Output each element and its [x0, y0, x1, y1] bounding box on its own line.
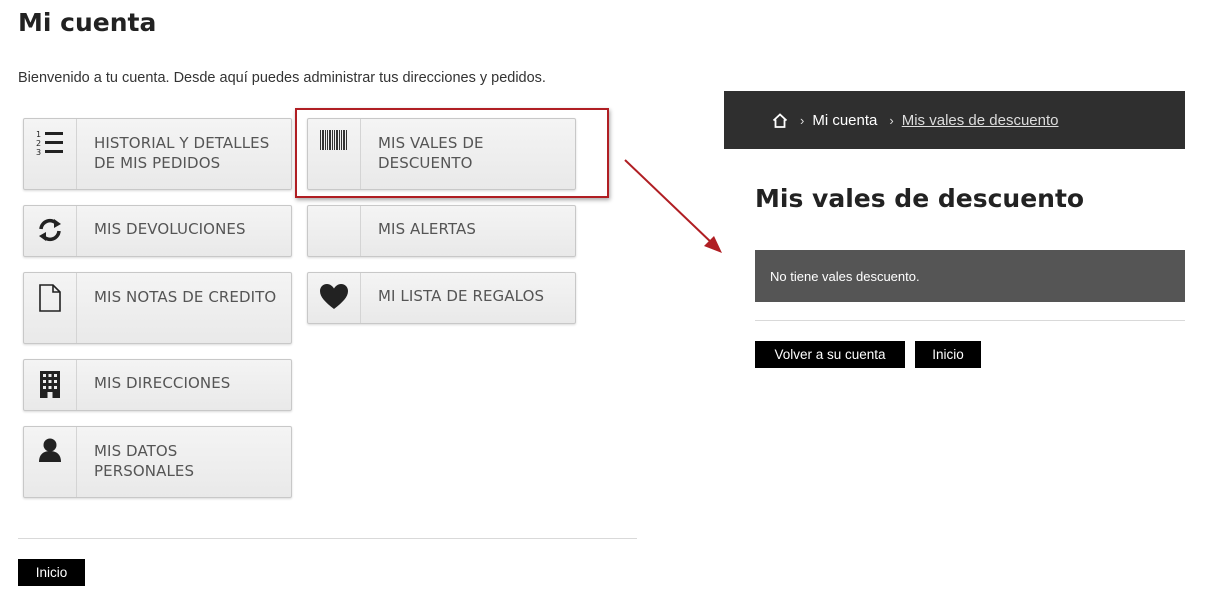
- breadcrumb: › Mi cuenta › Mis vales de descuento: [724, 91, 1185, 149]
- empty-notice: No tiene vales descuento.: [755, 250, 1185, 302]
- divider: [18, 538, 637, 539]
- document-icon: [24, 273, 77, 343]
- breadcrumb-my-account[interactable]: Mi cuenta: [812, 112, 877, 129]
- returns-label: MIS DEVOLUCIONES: [94, 220, 246, 238]
- breadcrumb-separator: ›: [889, 112, 894, 128]
- gift-list-button[interactable]: MI LISTA DE REGALOS: [307, 272, 576, 324]
- highlight-frame: [295, 108, 609, 198]
- alerts-button[interactable]: MIS ALERTAS: [307, 205, 576, 257]
- order-history-label: HISTORIAL Y DETALLES DE MIS PEDIDOS: [94, 134, 270, 172]
- personal-data-button[interactable]: MIS DATOS PERSONALES: [23, 426, 292, 498]
- credit-notes-button[interactable]: MIS NOTAS DE CREDITO: [23, 272, 292, 344]
- welcome-text: Bienvenido a tu cuenta. Desde aquí puede…: [18, 70, 546, 86]
- vouchers-title: Mis vales de descuento: [755, 184, 1085, 213]
- svg-text:1: 1: [36, 130, 41, 139]
- svg-text:3: 3: [36, 148, 41, 157]
- pointer-arrow: [624, 159, 722, 253]
- vouchers-home-button[interactable]: Inicio: [915, 341, 981, 368]
- heart-icon: [308, 273, 361, 323]
- addresses-label: MIS DIRECCIONES: [94, 374, 231, 392]
- home-icon[interactable]: [772, 112, 788, 128]
- divider: [755, 320, 1185, 321]
- building-icon: [24, 360, 77, 410]
- breadcrumb-vouchers[interactable]: Mis vales de descuento: [902, 112, 1059, 129]
- returns-button[interactable]: MIS DEVOLUCIONES: [23, 205, 292, 257]
- breadcrumb-separator: ›: [800, 112, 805, 128]
- home-button[interactable]: Inicio: [18, 559, 85, 586]
- personal-data-label: MIS DATOS PERSONALES: [94, 442, 195, 480]
- empty-icon: [308, 206, 361, 256]
- back-to-account-button[interactable]: Volver a su cuenta: [755, 341, 905, 368]
- gift-list-label: MI LISTA DE REGALOS: [378, 287, 545, 305]
- order-history-button[interactable]: 1 2 3 HISTORIAL Y DETALLES DE MIS PEDIDO…: [23, 118, 292, 190]
- ordered-list-icon: 1 2 3: [24, 119, 77, 189]
- alerts-label: MIS ALERTAS: [378, 220, 476, 238]
- svg-text:2: 2: [36, 139, 41, 148]
- user-icon: [24, 427, 77, 497]
- credit-notes-label: MIS NOTAS DE CREDITO: [94, 288, 277, 306]
- addresses-button[interactable]: MIS DIRECCIONES: [23, 359, 292, 411]
- page-title: Mi cuenta: [18, 8, 157, 37]
- refresh-icon: [24, 206, 77, 256]
